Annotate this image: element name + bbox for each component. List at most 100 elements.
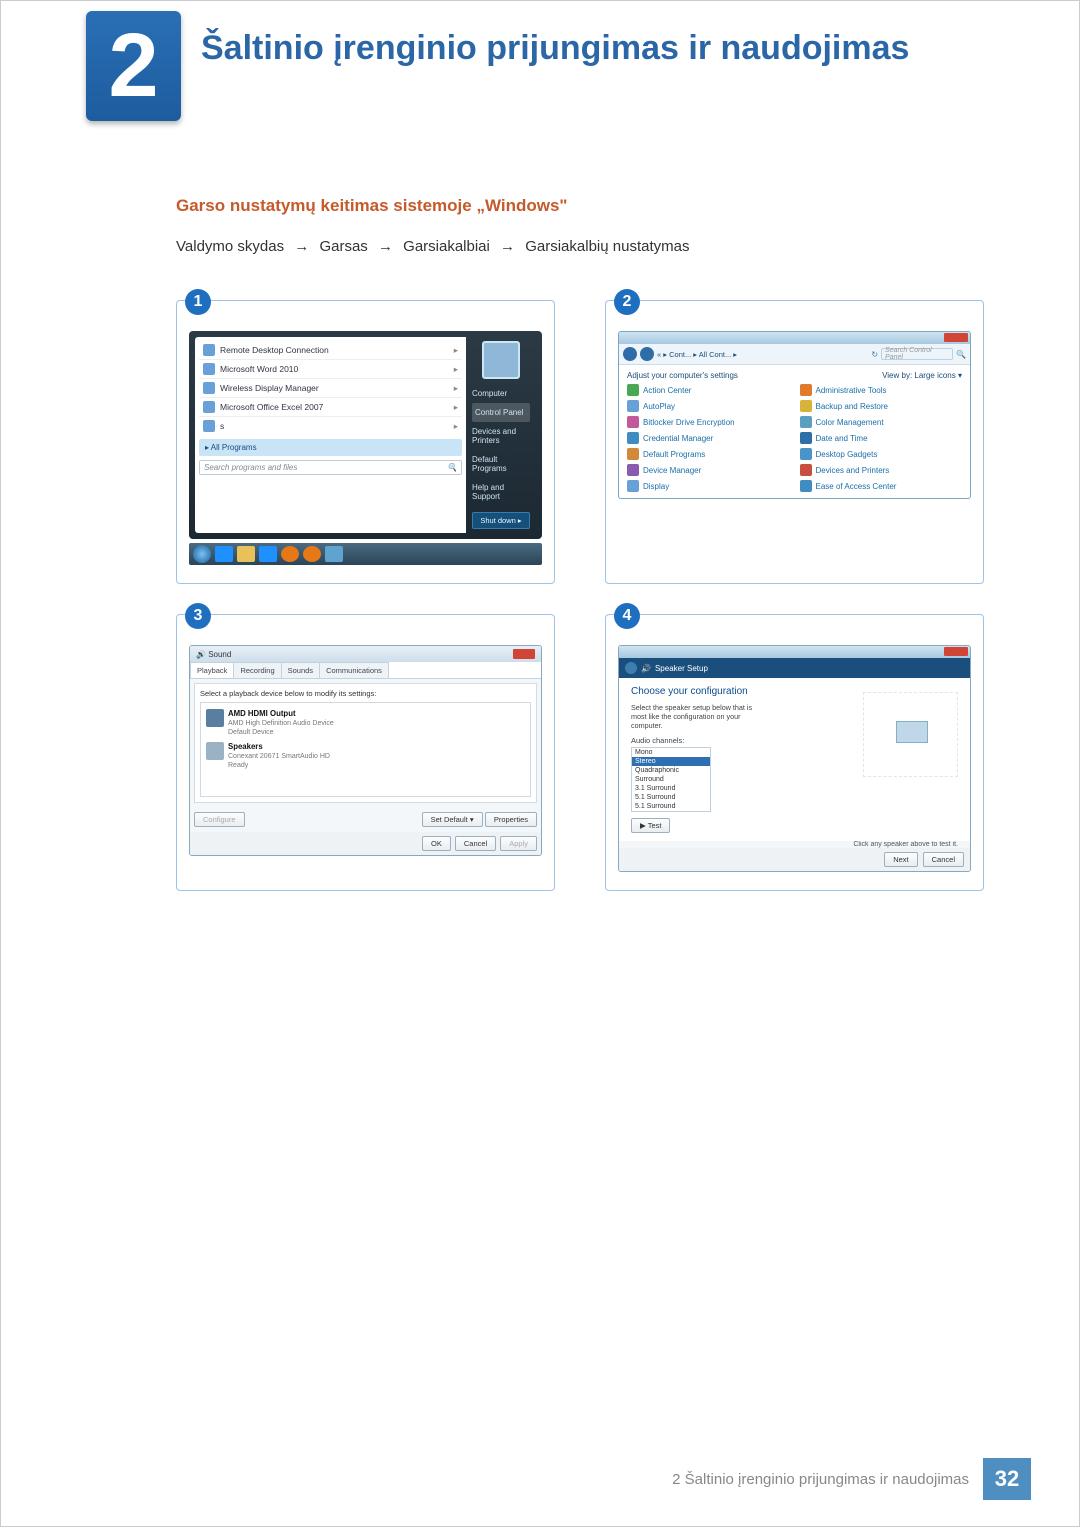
device-item-speakers[interactable]: Speakers Conexant 20671 SmartAudio HD Re…	[204, 739, 527, 772]
cp-item-label: Credential Manager	[643, 434, 713, 443]
step-number: 3	[185, 603, 211, 629]
all-programs-link[interactable]: ▸ All Programs	[199, 439, 462, 456]
address-path[interactable]: « ▸ Cont... ▸ All Cont... ▸	[657, 350, 868, 359]
tab-communications[interactable]: Communications	[319, 662, 389, 678]
control-panel-item[interactable]: Credential Manager	[627, 432, 790, 444]
control-panel-item[interactable]: Date and Time	[800, 432, 963, 444]
cp-item-label: Administrative Tools	[816, 386, 887, 395]
start-right-link[interactable]: Devices and Printers	[472, 422, 530, 450]
cp-item-label: Date and Time	[816, 434, 868, 443]
audio-channels-listbox[interactable]: MonoStereoQuadraphonicSurround3.1 Surrou…	[631, 747, 711, 812]
back-icon[interactable]	[623, 347, 637, 361]
start-right-link[interactable]: Computer	[472, 384, 530, 403]
close-icon[interactable]	[944, 333, 968, 342]
control-panel-item[interactable]: Action Center	[627, 384, 790, 396]
path-segment: Garsiakalbiai	[403, 238, 490, 255]
program-label: s	[220, 421, 224, 431]
program-label: Microsoft Word 2010	[220, 364, 298, 374]
tab-sounds[interactable]: Sounds	[281, 662, 320, 678]
control-panel-item[interactable]: Color Management	[800, 416, 963, 428]
speaker-diagram[interactable]	[863, 692, 958, 777]
cp-item-icon	[627, 448, 639, 460]
chevron-right-icon: ▸	[454, 364, 458, 375]
cp-item-label: Ease of Access Center	[816, 482, 897, 491]
test-button[interactable]: Test	[631, 818, 670, 833]
tab-playback[interactable]: Playback	[190, 662, 234, 678]
dialog-title-text: Sound	[208, 650, 231, 659]
program-item[interactable]: Remote Desktop Connection▸	[199, 341, 462, 360]
taskbar	[189, 543, 542, 565]
apply-button[interactable]: Apply	[500, 836, 537, 851]
media-icon[interactable]	[281, 546, 299, 562]
ok-button[interactable]: OK	[422, 836, 451, 851]
channel-option[interactable]: 3.1 Surround	[632, 784, 710, 793]
control-panel-item[interactable]: Default Programs	[627, 448, 790, 460]
configure-button[interactable]: Configure	[194, 812, 245, 827]
channel-option[interactable]: 5.1 Surround	[632, 802, 710, 811]
back-icon[interactable]	[625, 662, 637, 674]
start-right-link[interactable]: Default Programs	[472, 450, 530, 478]
shutdown-button[interactable]: Shut down ▸	[472, 512, 530, 529]
forward-icon[interactable]	[640, 347, 654, 361]
search-input[interactable]: Search programs and files 🔍	[199, 460, 462, 475]
instruction-text: Select the speaker setup below that is m…	[631, 703, 761, 730]
control-panel-item[interactable]: Devices and Printers	[800, 464, 963, 476]
close-icon[interactable]	[944, 647, 968, 656]
start-orb-icon[interactable]	[193, 545, 211, 563]
playback-device-list[interactable]: AMD HDMI Output AMD High Definition Audi…	[200, 702, 531, 797]
cp-item-label: Bitlocker Drive Encryption	[643, 418, 735, 427]
chapter-title: Šaltinio įrenginio prijungimas ir naudoj…	[201, 29, 909, 68]
ie-icon[interactable]	[215, 546, 233, 562]
search-input[interactable]: Search Control Panel	[881, 348, 953, 360]
channel-option[interactable]: 5.1 Surround	[632, 793, 710, 802]
app-icon[interactable]	[259, 546, 277, 562]
path-segment: Garsiakalbių nustatymas	[525, 238, 689, 255]
start-right-link[interactable]: Control Panel	[472, 403, 530, 422]
cancel-button[interactable]: Cancel	[455, 836, 496, 851]
adjust-settings-label: Adjust your computer's settings	[627, 371, 738, 380]
device-item-hdmi[interactable]: AMD HDMI Output AMD High Definition Audi…	[204, 706, 527, 739]
cancel-button[interactable]: Cancel	[923, 852, 964, 867]
explorer-icon[interactable]	[237, 546, 255, 562]
control-panel-item[interactable]: Ease of Access Center	[800, 480, 963, 492]
control-panel-item[interactable]: Backup and Restore	[800, 400, 963, 412]
tab-recording[interactable]: Recording	[233, 662, 281, 678]
start-right-link[interactable]: Help and Support	[472, 478, 530, 506]
cp-item-label: AutoPlay	[643, 402, 675, 411]
control-panel-item[interactable]: Display	[627, 480, 790, 492]
control-panel-item[interactable]: AutoPlay	[627, 400, 790, 412]
refresh-icon[interactable]: ↻	[871, 350, 878, 359]
set-default-button[interactable]: Set Default ▾	[422, 812, 483, 827]
properties-button[interactable]: Properties	[485, 812, 537, 827]
device-sub: Conexant 20671 SmartAudio HD	[228, 753, 330, 760]
sound-icon: 🔊	[641, 664, 651, 673]
view-by-dropdown[interactable]: View by: Large icons ▾	[882, 371, 962, 380]
next-button[interactable]: Next	[884, 852, 917, 867]
screenshot-step-4: 4 🔊 Speaker Setup Choose your configurat…	[605, 614, 984, 891]
wizard-header: 🔊 Speaker Setup	[619, 658, 970, 678]
app-icon[interactable]	[303, 546, 321, 562]
program-item[interactable]: Wireless Display Manager▸	[199, 379, 462, 398]
channel-option[interactable]: Stereo	[632, 757, 710, 766]
dialog-title: 🔊 Sound	[196, 650, 231, 659]
user-avatar[interactable]	[482, 341, 520, 379]
step-number: 1	[185, 289, 211, 315]
control-panel-item[interactable]: Administrative Tools	[800, 384, 963, 396]
channel-option[interactable]: Surround	[632, 775, 710, 784]
test-button-label: Test	[640, 821, 661, 830]
program-item[interactable]: Microsoft Word 2010 ▸	[199, 360, 462, 379]
cp-item-icon	[800, 480, 812, 492]
app-icon[interactable]	[325, 546, 343, 562]
control-panel-item[interactable]: Device Manager	[627, 464, 790, 476]
screenshots-grid: 1 Remote Desktop Connection▸Microsoft Wo…	[176, 300, 984, 891]
program-item[interactable]: Microsoft Office Excel 2007▸	[199, 398, 462, 417]
close-icon[interactable]	[513, 649, 535, 659]
page-number: 32	[983, 1458, 1031, 1500]
program-item[interactable]: s▸	[199, 417, 462, 435]
channel-option[interactable]: Quadraphonic	[632, 766, 710, 775]
search-icon: 🔍	[956, 350, 966, 359]
channel-option[interactable]: Mono	[632, 748, 710, 757]
control-panel-item[interactable]: Desktop Gadgets	[800, 448, 963, 460]
control-panel-item[interactable]: Bitlocker Drive Encryption	[627, 416, 790, 428]
chevron-right-icon: ▸	[454, 402, 458, 413]
